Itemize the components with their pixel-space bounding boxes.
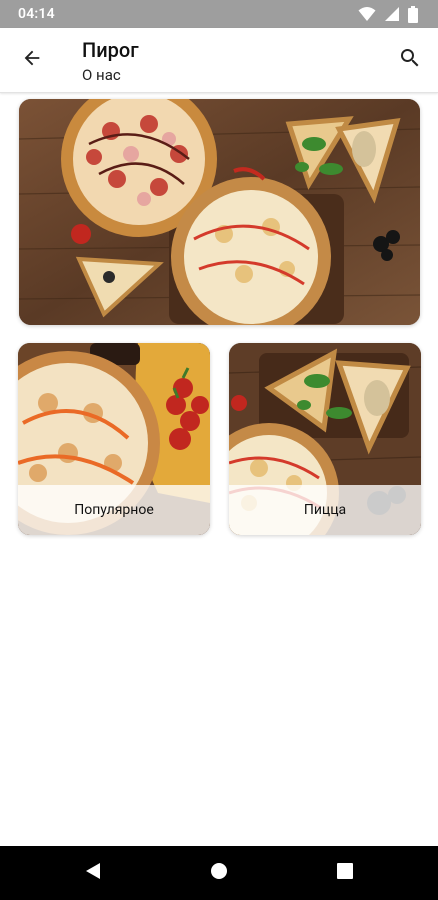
banner-image[interactable] xyxy=(19,99,420,325)
nav-recent-button[interactable] xyxy=(330,859,360,887)
nav-home-icon xyxy=(210,862,228,884)
battery-icon xyxy=(408,5,418,23)
system-nav-bar xyxy=(0,846,438,900)
status-icons xyxy=(358,5,418,23)
status-bar: 04:14 xyxy=(0,0,438,28)
search-icon xyxy=(398,46,422,74)
category-label: Популярное xyxy=(18,485,210,535)
nav-home-button[interactable] xyxy=(204,859,234,887)
app-bar: Пирог О нас xyxy=(0,28,438,93)
pizza-spread-photo xyxy=(19,99,420,325)
search-button[interactable] xyxy=(390,40,430,80)
nav-back-icon xyxy=(85,862,101,884)
back-button[interactable] xyxy=(12,40,52,80)
nav-back-button[interactable] xyxy=(78,859,108,887)
arrow-back-icon xyxy=(21,47,43,73)
nav-recent-icon xyxy=(337,863,353,883)
category-card-pizza[interactable]: Пицца xyxy=(229,343,421,535)
category-card-popular[interactable]: Популярное xyxy=(18,343,210,535)
wifi-icon xyxy=(358,6,376,22)
signal-icon xyxy=(384,6,400,22)
page-subtitle: О нас xyxy=(82,66,121,84)
page-title: Пирог xyxy=(82,38,139,62)
category-label: Пицца xyxy=(229,485,421,535)
status-time: 04:14 xyxy=(18,6,55,22)
